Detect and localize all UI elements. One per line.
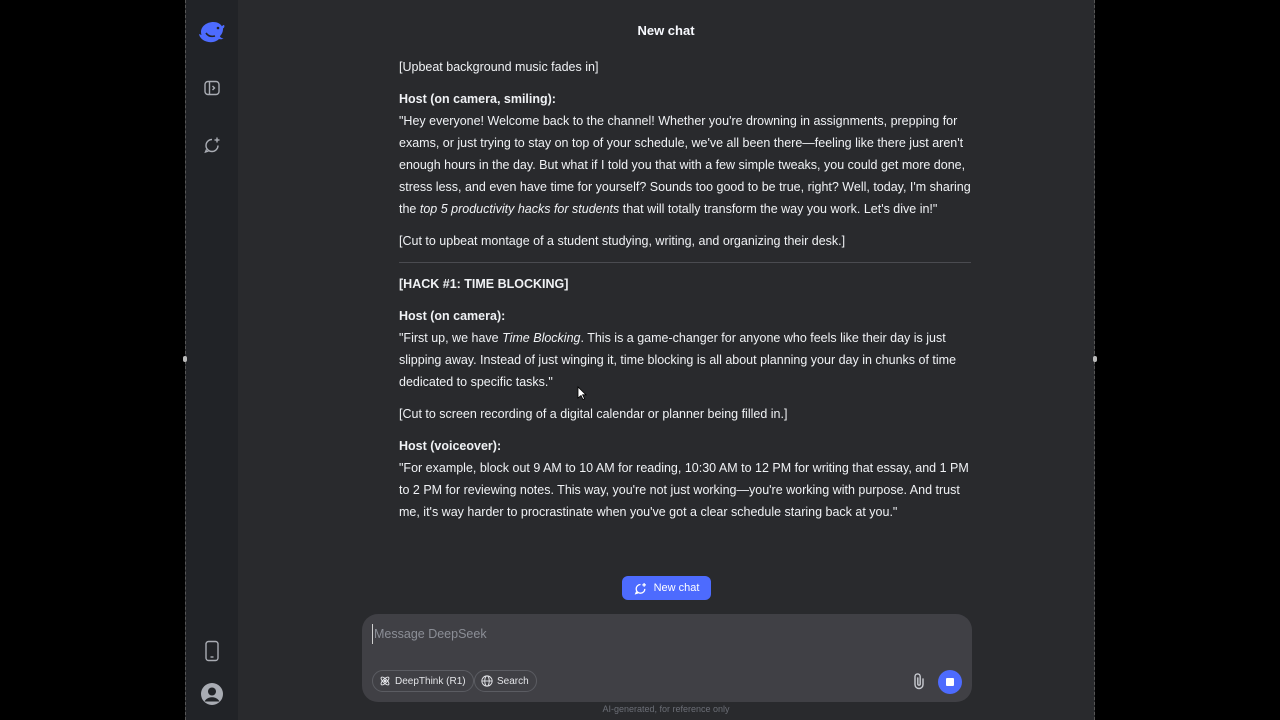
- speaker-label: Host (voiceover):: [399, 439, 502, 453]
- speaker-label: Host (on camera):: [399, 309, 506, 323]
- message-input[interactable]: [372, 624, 932, 644]
- sidebar: [186, 0, 238, 720]
- dialogue-emphasis: Time Blocking: [502, 331, 581, 345]
- deepthink-label: DeepThink (R1): [395, 675, 466, 687]
- dialogue-text: "Hey everyone! Welcome back to the chann…: [399, 114, 971, 216]
- speaker-label: Host (on camera, smiling):: [399, 92, 556, 106]
- chat-title: New chat: [637, 23, 695, 38]
- assistant-message: [Upbeat background music fades in] Host …: [399, 56, 971, 533]
- dialogue-text: "For example, block out 9 AM to 10 AM fo…: [399, 461, 969, 519]
- stage-direction: [Cut to screen recording of a digital ca…: [399, 407, 788, 421]
- dialogue-text: that will totally transform the way you …: [619, 202, 938, 216]
- section-heading-text: [HACK #1: TIME BLOCKING]: [399, 277, 569, 291]
- globe-icon: [481, 675, 493, 687]
- app-window: New chat [Upbeat background music fades …: [185, 0, 1095, 720]
- new-chat-button[interactable]: New chat: [622, 576, 711, 600]
- stop-icon: [946, 678, 954, 686]
- search-label: Search: [497, 675, 529, 687]
- divider: [399, 262, 971, 263]
- search-toggle[interactable]: Search: [474, 670, 537, 692]
- new-chat-label: New chat: [653, 582, 700, 594]
- window-edge-handle-right: [1093, 356, 1097, 362]
- mouse-cursor-icon: [577, 386, 587, 401]
- disclaimer-text: AI-generated, for reference only: [602, 704, 730, 714]
- deepthink-toggle[interactable]: DeepThink (R1): [372, 670, 474, 692]
- window-edge-handle-left: [183, 356, 187, 362]
- dialogue-text: "First up, we have: [399, 331, 503, 345]
- dialogue-emphasis: top 5 productivity hacks for students: [419, 202, 620, 216]
- sidebar-toggle-icon[interactable]: [198, 74, 226, 102]
- new-chat-icon[interactable]: [198, 131, 226, 159]
- new-chat-icon: [634, 582, 646, 595]
- host-segment-1: Host (on camera, smiling): "Hey everyone…: [399, 88, 971, 220]
- atom-icon: [380, 676, 390, 686]
- stage-direction: [Upbeat background music fades in]: [399, 60, 599, 74]
- attach-icon[interactable]: [908, 670, 930, 692]
- message-composer: DeepThink (R1) Search: [362, 614, 972, 702]
- deepseek-logo-icon[interactable]: [198, 18, 226, 46]
- mobile-app-icon[interactable]: [198, 637, 226, 665]
- stage-direction: [Cut to upbeat montage of a student stud…: [399, 234, 846, 248]
- host-segment-2: Host (on camera): "First up, we have Tim…: [399, 305, 971, 393]
- host-segment-3: Host (voiceover): "For example, block ou…: [399, 435, 971, 523]
- user-avatar-icon[interactable]: [198, 680, 226, 708]
- section-heading: [HACK #1: TIME BLOCKING]: [399, 273, 971, 295]
- stop-generating-button[interactable]: [938, 670, 962, 694]
